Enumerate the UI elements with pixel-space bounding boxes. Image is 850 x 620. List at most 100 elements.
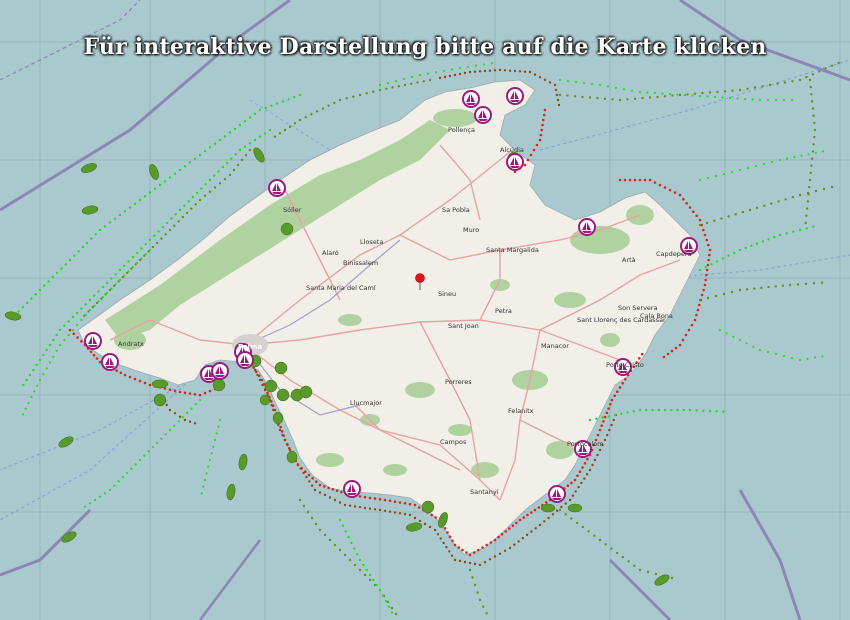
- sailboat-pin-icon[interactable]: [84, 332, 102, 350]
- route-dot-olive: [181, 215, 185, 219]
- route-dot-olive: [810, 164, 813, 167]
- route-dot-green: [202, 485, 205, 488]
- route-dot-green: [93, 294, 96, 297]
- route-dot-olive: [575, 521, 579, 525]
- route-dot-red: [443, 527, 447, 530]
- anchor-dot-icon[interactable]: [274, 361, 288, 375]
- route-dot-green: [782, 354, 786, 358]
- route-dot-olive: [805, 214, 808, 217]
- sailboat-pin-icon[interactable]: [101, 353, 119, 371]
- anchor-dot-icon[interactable]: [276, 388, 290, 402]
- route-dot-olive: [581, 525, 585, 529]
- route-dot-red: [188, 392, 192, 395]
- route-dot-brown: [538, 523, 542, 527]
- interactive-map[interactable]: Pollença Alcúdia Sóller Sa Pobla Lloseta…: [0, 0, 850, 620]
- route-dot-green: [270, 104, 273, 107]
- route-dot-brown: [478, 563, 482, 567]
- route-dot-green: [63, 338, 66, 342]
- route-dot-green: [21, 413, 24, 416]
- route-dot-olive: [813, 121, 816, 125]
- route-dot-green: [676, 408, 679, 412]
- place-label: Andratx: [118, 340, 144, 348]
- route-dot-green: [210, 452, 213, 455]
- route-dot-green: [704, 265, 707, 269]
- route-dot-red: [687, 328, 691, 332]
- sailboat-pin-icon[interactable]: [211, 362, 229, 380]
- route-dot-green: [32, 368, 35, 372]
- route-dot-green: [657, 408, 660, 412]
- route-dot-green: [670, 408, 673, 412]
- route-dot-olive: [768, 83, 772, 87]
- route-dot-red: [698, 303, 701, 307]
- sailboat-pin-icon[interactable]: [506, 87, 524, 105]
- route-dot-green: [814, 151, 817, 154]
- route-dot-olive: [810, 157, 814, 160]
- route-dot-olive: [358, 568, 362, 572]
- route-dot-green: [713, 95, 717, 99]
- route-dot-red: [702, 288, 705, 292]
- route-dot-red: [315, 480, 318, 484]
- anchor-dot-icon[interactable]: [151, 379, 169, 389]
- route-dot-olive: [476, 591, 479, 594]
- route-dot-green: [746, 166, 750, 170]
- sailboat-pin-icon[interactable]: [578, 218, 596, 236]
- route-dot-red: [311, 477, 315, 480]
- route-dot-brown: [488, 558, 492, 561]
- sailboat-pin-icon[interactable]: [343, 480, 361, 498]
- sailboat-pin-icon[interactable]: [268, 179, 286, 197]
- anchor-dot-icon[interactable]: [421, 500, 435, 514]
- route-dot-olive: [588, 96, 592, 99]
- route-dot-green: [36, 384, 39, 387]
- sailboat-pin-icon[interactable]: [506, 153, 524, 171]
- route-dot-green: [24, 407, 27, 410]
- route-dot-green: [243, 145, 247, 148]
- route-dot-green: [151, 446, 154, 449]
- route-dot-red: [526, 158, 530, 162]
- anchor-dot-icon[interactable]: [280, 222, 294, 236]
- route-dot-red: [280, 430, 284, 433]
- route-dot-olive: [558, 93, 562, 97]
- route-dot-olive: [315, 110, 319, 113]
- anchor-dot-icon[interactable]: [540, 503, 556, 513]
- anchor-dot-icon[interactable]: [299, 385, 313, 399]
- place-label: Porto Cristo: [606, 361, 644, 369]
- route-dot-green: [165, 221, 169, 225]
- route-dot-red: [481, 546, 484, 549]
- route-dot-olive: [598, 538, 602, 542]
- route-dot-olive: [394, 612, 398, 616]
- route-dot-green: [68, 258, 72, 262]
- route-dot-brown: [438, 76, 442, 80]
- route-dot-brown: [560, 505, 563, 509]
- route-dot-olive: [422, 80, 425, 83]
- sailboat-pin-icon[interactable]: [462, 90, 480, 108]
- route-dot-green: [108, 221, 112, 224]
- route-dot-green: [281, 100, 285, 103]
- route-dot-green: [30, 297, 33, 300]
- anchor-dot-icon[interactable]: [153, 393, 167, 407]
- anchor-dot-icon[interactable]: [264, 379, 278, 393]
- route-dot-green: [131, 255, 135, 259]
- anchor-dot-icon[interactable]: [286, 450, 298, 464]
- route-dot-olive: [627, 560, 630, 563]
- anchor-dot-icon[interactable]: [259, 394, 271, 406]
- route-dot-brown: [368, 507, 372, 510]
- route-dot-green: [606, 85, 610, 88]
- route-dot-green: [710, 263, 713, 266]
- route-dot-olive: [763, 204, 766, 207]
- route-dot-green: [213, 142, 217, 145]
- map-canvas[interactable]: Pollença Alcúdia Sóller Sa Pobla Lloseta…: [0, 0, 850, 620]
- route-dot-olive: [378, 88, 382, 92]
- route-dot-olive: [621, 555, 625, 559]
- route-dot-green: [698, 268, 702, 272]
- route-dot-green: [158, 183, 162, 187]
- route-dot-brown: [523, 70, 527, 73]
- sailboat-pin-icon[interactable]: [474, 106, 492, 124]
- route-dot-brown: [608, 428, 611, 432]
- anchor-dot-icon[interactable]: [567, 503, 583, 513]
- route-dot-red: [80, 340, 83, 343]
- route-dot-red: [703, 283, 707, 287]
- anchor-dot-icon[interactable]: [272, 411, 284, 425]
- sailboat-pin-icon[interactable]: [548, 485, 566, 503]
- sailboat-pin-icon[interactable]: [236, 351, 254, 369]
- route-dot-green: [482, 63, 486, 66]
